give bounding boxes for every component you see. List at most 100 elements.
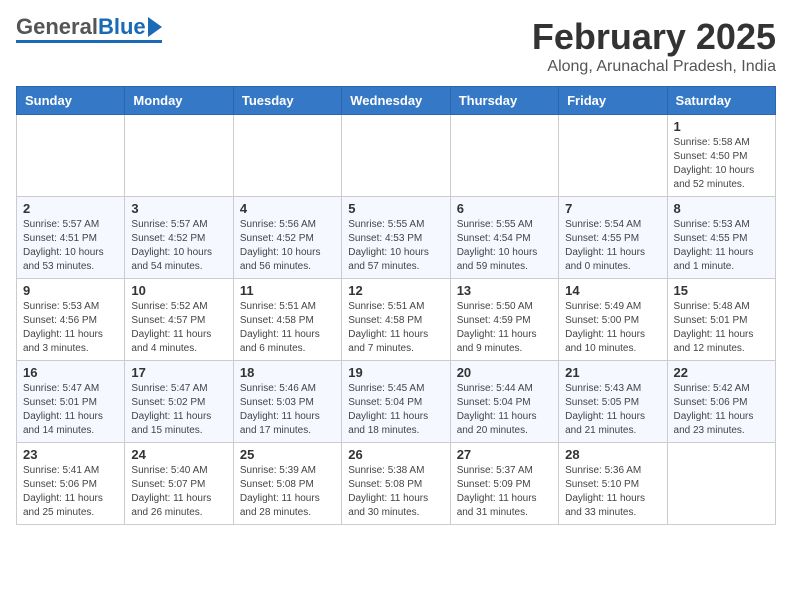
- day-number: 28: [565, 447, 660, 462]
- calendar-cell: [17, 115, 125, 197]
- calendar-cell: 6 Sunrise: 5:55 AM Sunset: 4:54 PM Daylig…: [450, 197, 558, 279]
- day-info: Sunrise: 5:54 AM Sunset: 4:55 PM Dayligh…: [565, 218, 660, 274]
- weekday-header-tuesday: Tuesday: [233, 87, 341, 115]
- day-info: Sunrise: 5:37 AM Sunset: 5:09 PM Dayligh…: [457, 464, 552, 520]
- logo-blue-text: Blue: [98, 16, 146, 38]
- day-number: 16: [23, 365, 118, 380]
- day-info: Sunrise: 5:53 AM Sunset: 4:55 PM Dayligh…: [674, 218, 769, 274]
- day-number: 10: [131, 283, 226, 298]
- day-number: 13: [457, 283, 552, 298]
- calendar-cell: 1 Sunrise: 5:58 AM Sunset: 4:50 PM Daylig…: [667, 115, 775, 197]
- weekday-header-monday: Monday: [125, 87, 233, 115]
- calendar-cell: 13Sunrise: 5:50 AM Sunset: 4:59 PM Dayli…: [450, 279, 558, 361]
- calendar-cell: 26 Sunrise: 5:38 AM Sunset: 5:08 PM Dayli…: [342, 443, 450, 525]
- calendar-cell: 21 Sunrise: 5:43 AM Sunset: 5:05 PM Dayli…: [559, 361, 667, 443]
- calendar-week-row: 23 Sunrise: 5:41 AM Sunset: 5:06 PM Dayli…: [17, 443, 776, 525]
- day-number: 3: [131, 201, 226, 216]
- calendar-cell: 10Sunrise: 5:52 AM Sunset: 4:57 PM Dayli…: [125, 279, 233, 361]
- day-info: Sunrise: 5:57 AM Sunset: 4:52 PM Dayligh…: [131, 218, 226, 274]
- day-info: Sunrise: 5:56 AM Sunset: 4:52 PM Dayligh…: [240, 218, 335, 274]
- calendar-cell: [342, 115, 450, 197]
- day-number: 18: [240, 365, 335, 380]
- day-number: 24: [131, 447, 226, 462]
- calendar-cell: 25Sunrise: 5:39 AM Sunset: 5:08 PM Dayli…: [233, 443, 341, 525]
- day-info: Sunrise: 5:53 AM Sunset: 4:56 PM Dayligh…: [23, 300, 118, 356]
- day-info: Sunrise: 5:47 AM Sunset: 5:02 PM Dayligh…: [131, 382, 226, 438]
- day-info: Sunrise: 5:36 AM Sunset: 5:10 PM Dayligh…: [565, 464, 660, 520]
- day-info: Sunrise: 5:48 AM Sunset: 5:01 PM Dayligh…: [674, 300, 769, 356]
- day-number: 7: [565, 201, 660, 216]
- calendar-cell: [559, 115, 667, 197]
- location-title: Along, Arunachal Pradesh, India: [532, 58, 776, 76]
- day-info: Sunrise: 5:42 AM Sunset: 5:06 PM Dayligh…: [674, 382, 769, 438]
- day-info: Sunrise: 5:40 AM Sunset: 5:07 PM Dayligh…: [131, 464, 226, 520]
- calendar-table: SundayMondayTuesdayWednesdayThursdayFrid…: [16, 86, 776, 525]
- header: General Blue February 2025 Along, Arunac…: [16, 16, 776, 76]
- day-number: 20: [457, 365, 552, 380]
- calendar-cell: [450, 115, 558, 197]
- calendar-cell: 4 Sunrise: 5:56 AM Sunset: 4:52 PM Daylig…: [233, 197, 341, 279]
- day-number: 27: [457, 447, 552, 462]
- calendar-cell: 14 Sunrise: 5:49 AM Sunset: 5:00 PM Dayli…: [559, 279, 667, 361]
- day-info: Sunrise: 5:46 AM Sunset: 5:03 PM Dayligh…: [240, 382, 335, 438]
- calendar-cell: [667, 443, 775, 525]
- weekday-header-row: SundayMondayTuesdayWednesdayThursdayFrid…: [17, 87, 776, 115]
- weekday-header-wednesday: Wednesday: [342, 87, 450, 115]
- month-title: February 2025: [532, 16, 776, 58]
- calendar-header: SundayMondayTuesdayWednesdayThursdayFrid…: [17, 87, 776, 115]
- day-number: 19: [348, 365, 443, 380]
- calendar-cell: 5Sunrise: 5:55 AM Sunset: 4:53 PM Daylig…: [342, 197, 450, 279]
- weekday-header-saturday: Saturday: [667, 87, 775, 115]
- calendar-cell: 8 Sunrise: 5:53 AM Sunset: 4:55 PM Daylig…: [667, 197, 775, 279]
- day-number: 4: [240, 201, 335, 216]
- day-info: Sunrise: 5:41 AM Sunset: 5:06 PM Dayligh…: [23, 464, 118, 520]
- day-number: 26: [348, 447, 443, 462]
- calendar-week-row: 2 Sunrise: 5:57 AM Sunset: 4:51 PM Daylig…: [17, 197, 776, 279]
- logo-underline: [16, 40, 162, 43]
- day-number: 6: [457, 201, 552, 216]
- day-number: 9: [23, 283, 118, 298]
- day-info: Sunrise: 5:45 AM Sunset: 5:04 PM Dayligh…: [348, 382, 443, 438]
- calendar-cell: 9 Sunrise: 5:53 AM Sunset: 4:56 PM Daylig…: [17, 279, 125, 361]
- day-info: Sunrise: 5:44 AM Sunset: 5:04 PM Dayligh…: [457, 382, 552, 438]
- day-info: Sunrise: 5:57 AM Sunset: 4:51 PM Dayligh…: [23, 218, 118, 274]
- calendar-cell: 3 Sunrise: 5:57 AM Sunset: 4:52 PM Daylig…: [125, 197, 233, 279]
- calendar-cell: [125, 115, 233, 197]
- calendar-cell: 23 Sunrise: 5:41 AM Sunset: 5:06 PM Dayli…: [17, 443, 125, 525]
- day-number: 12: [348, 283, 443, 298]
- calendar-week-row: 9 Sunrise: 5:53 AM Sunset: 4:56 PM Daylig…: [17, 279, 776, 361]
- calendar-cell: 12Sunrise: 5:51 AM Sunset: 4:58 PM Dayli…: [342, 279, 450, 361]
- calendar-week-row: 16 Sunrise: 5:47 AM Sunset: 5:01 PM Dayli…: [17, 361, 776, 443]
- day-number: 21: [565, 365, 660, 380]
- day-number: 25: [240, 447, 335, 462]
- logo-arrow-icon: [148, 17, 162, 37]
- calendar-cell: 20 Sunrise: 5:44 AM Sunset: 5:04 PM Dayli…: [450, 361, 558, 443]
- day-info: Sunrise: 5:55 AM Sunset: 4:53 PM Dayligh…: [348, 218, 443, 274]
- calendar-cell: 11Sunrise: 5:51 AM Sunset: 4:58 PM Dayli…: [233, 279, 341, 361]
- weekday-header-friday: Friday: [559, 87, 667, 115]
- weekday-header-thursday: Thursday: [450, 87, 558, 115]
- calendar-cell: 15Sunrise: 5:48 AM Sunset: 5:01 PM Dayli…: [667, 279, 775, 361]
- day-info: Sunrise: 5:38 AM Sunset: 5:08 PM Dayligh…: [348, 464, 443, 520]
- calendar-body: 1 Sunrise: 5:58 AM Sunset: 4:50 PM Daylig…: [17, 115, 776, 525]
- day-number: 8: [674, 201, 769, 216]
- calendar-cell: 19 Sunrise: 5:45 AM Sunset: 5:04 PM Dayli…: [342, 361, 450, 443]
- day-number: 11: [240, 283, 335, 298]
- calendar-cell: 28 Sunrise: 5:36 AM Sunset: 5:10 PM Dayli…: [559, 443, 667, 525]
- title-section: February 2025 Along, Arunachal Pradesh, …: [532, 16, 776, 76]
- day-info: Sunrise: 5:49 AM Sunset: 5:00 PM Dayligh…: [565, 300, 660, 356]
- calendar-cell: 17Sunrise: 5:47 AM Sunset: 5:02 PM Dayli…: [125, 361, 233, 443]
- calendar-cell: 27 Sunrise: 5:37 AM Sunset: 5:09 PM Dayli…: [450, 443, 558, 525]
- calendar-cell: 22 Sunrise: 5:42 AM Sunset: 5:06 PM Dayli…: [667, 361, 775, 443]
- day-number: 1: [674, 119, 769, 134]
- day-info: Sunrise: 5:55 AM Sunset: 4:54 PM Dayligh…: [457, 218, 552, 274]
- day-info: Sunrise: 5:47 AM Sunset: 5:01 PM Dayligh…: [23, 382, 118, 438]
- weekday-header-sunday: Sunday: [17, 87, 125, 115]
- day-number: 2: [23, 201, 118, 216]
- day-info: Sunrise: 5:43 AM Sunset: 5:05 PM Dayligh…: [565, 382, 660, 438]
- logo: General Blue: [16, 16, 162, 43]
- day-number: 22: [674, 365, 769, 380]
- day-number: 14: [565, 283, 660, 298]
- day-info: Sunrise: 5:58 AM Sunset: 4:50 PM Dayligh…: [674, 136, 769, 192]
- day-number: 23: [23, 447, 118, 462]
